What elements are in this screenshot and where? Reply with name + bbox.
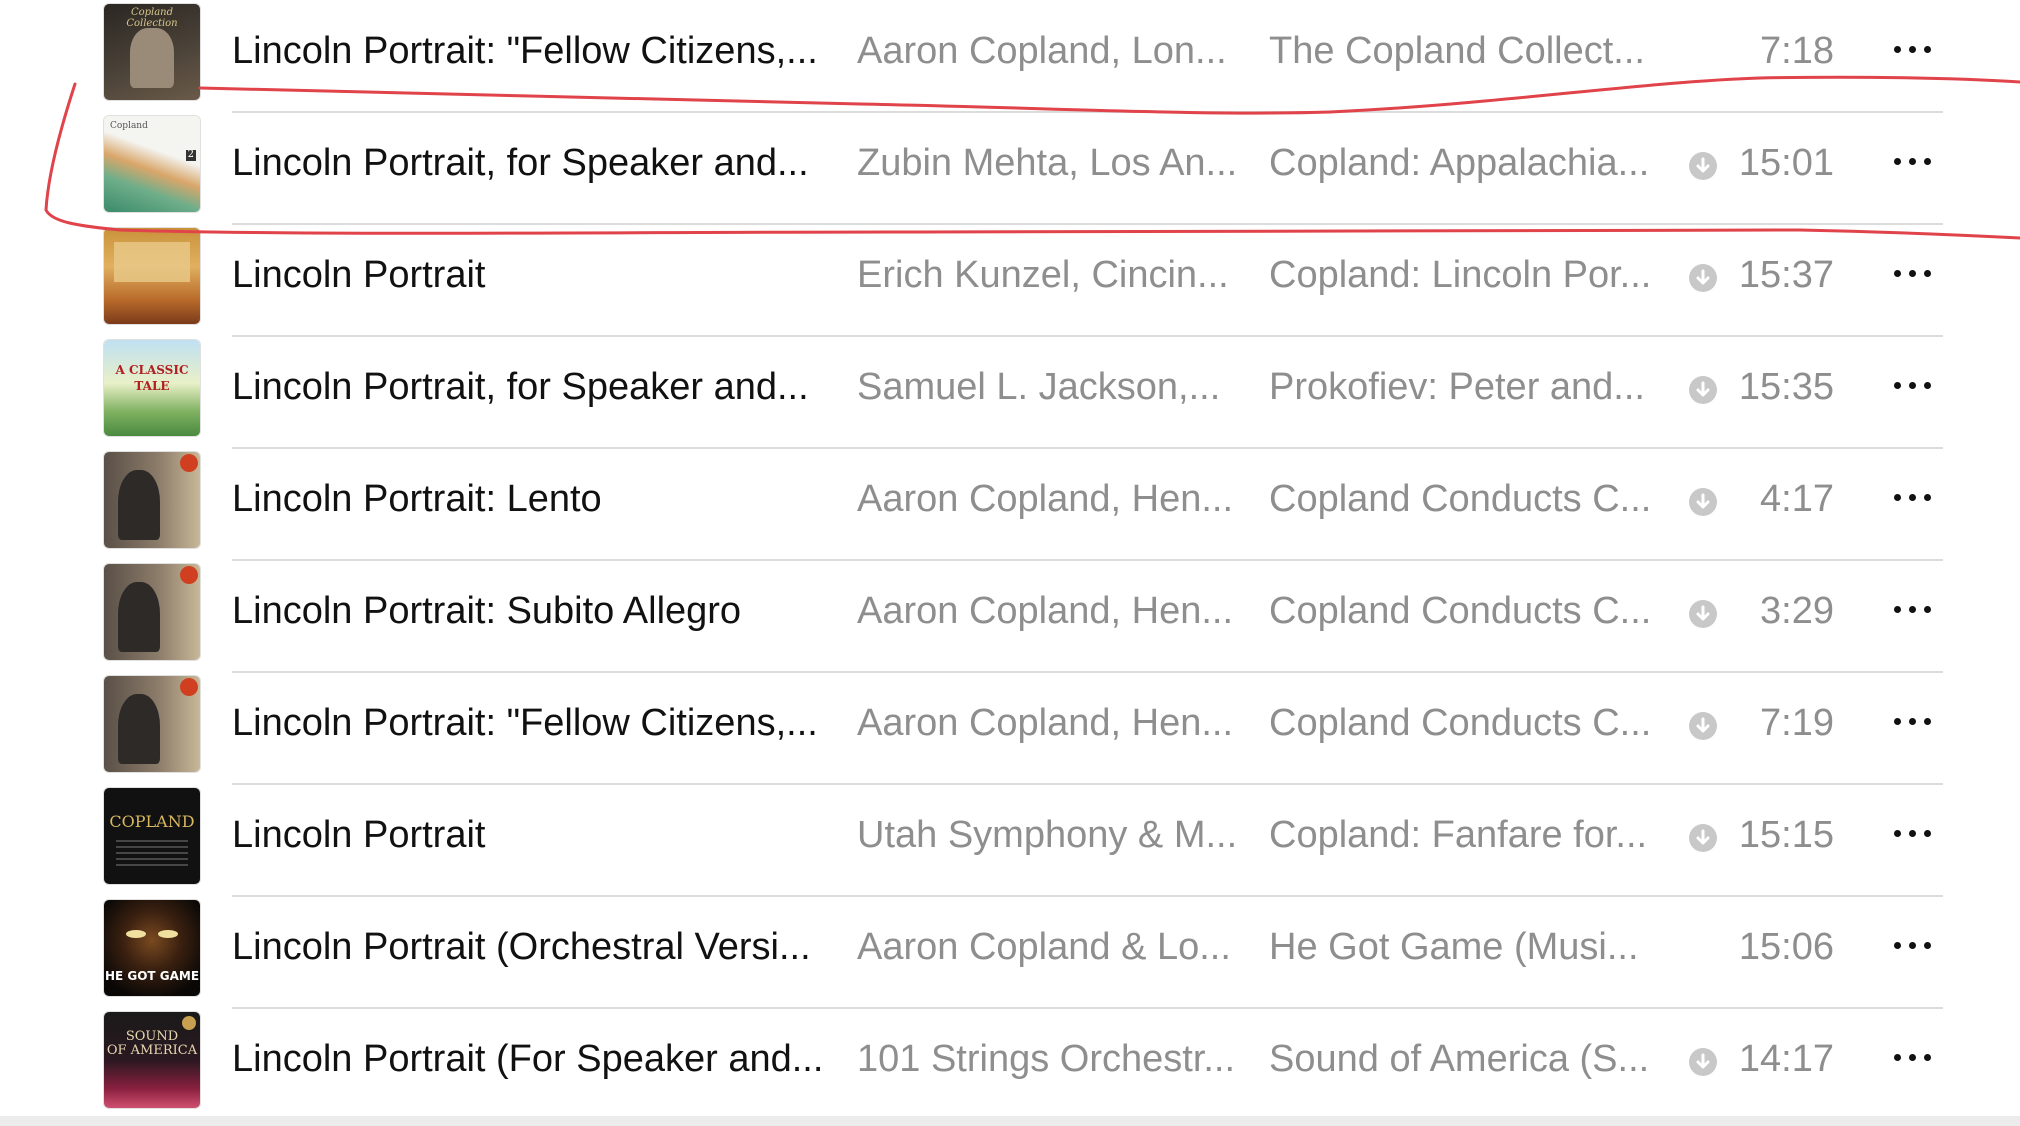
portrait-figure [118,470,160,540]
track-artist[interactable]: Aaron Copland, Hen... [857,478,1237,521]
more-options-icon[interactable] [1888,478,1938,514]
more-options-icon[interactable] [1888,366,1938,402]
label-logo [182,1016,196,1030]
album-art-text: Copland Collection [126,7,178,29]
track-album[interactable]: Copland: Appalachia... [1269,142,1669,185]
album-art: SOUND OF AMERICA [104,1012,200,1108]
album-art [104,228,200,324]
track-row[interactable]: Lincoln Portrait: "Fellow Citizens,... A… [0,672,2020,785]
album-art-text: OF AMERICA [106,1043,198,1058]
track-album[interactable]: Copland: Lincoln Por... [1269,254,1669,297]
track-row[interactable]: COPLAND Lincoln Portrait Utah Symphony &… [0,784,2020,897]
album-art-text: HE GOT GAME [104,969,200,983]
track-row[interactable]: Lincoln Portrait Erich Kunzel, Cincin...… [0,224,2020,337]
track-row[interactable]: Copland 2 Lincoln Portrait, for Speaker … [0,112,2020,225]
portrait-figure [118,694,160,764]
album-art: Copland 2 [104,116,200,212]
album-art-text: SOUND [125,1029,179,1044]
track-title: Lincoln Portrait: Subito Allegro [232,590,742,632]
track-artist[interactable]: Erich Kunzel, Cincin... [857,254,1237,297]
more-options-icon[interactable] [1888,1038,1938,1074]
face-eye [158,930,178,938]
album-art-text: TALE [134,379,170,393]
track-list: Copland Collection Lincoln Portrait: "Fe… [0,0,2020,1126]
track-duration: 15:15 [1738,814,1834,856]
track-duration: 15:01 [1738,142,1834,184]
track-row[interactable]: HE GOT GAME Lincoln Portrait (Orchestral… [0,896,2020,1009]
more-options-icon[interactable] [1888,814,1938,850]
album-art [104,676,200,772]
track-duration: 3:29 [1760,590,1834,632]
track-album[interactable]: The Copland Collect... [1269,30,1669,73]
more-options-icon[interactable] [1888,702,1938,738]
track-title: Lincoln Portrait, for Speaker and... [232,366,809,408]
face-eye [126,930,146,938]
track-row[interactable]: A CLASSIC TALE Lincoln Portrait, for Spe… [0,336,2020,449]
track-duration: 4:17 [1760,478,1834,520]
track-duration: 15:35 [1738,366,1834,408]
track-artist[interactable]: Zubin Mehta, Los An... [857,142,1237,185]
track-row[interactable]: Copland Collection Lincoln Portrait: "Fe… [0,0,2020,113]
album-art: Copland Collection [104,4,200,100]
album-art: COPLAND [104,788,200,884]
track-album[interactable]: Sound of America (S... [1269,1038,1669,1081]
track-album[interactable]: Prokofiev: Peter and... [1269,366,1669,409]
track-row[interactable]: Lincoln Portrait: Subito Allegro Aaron C… [0,560,2020,673]
album-art-text: COPLAND [109,812,195,831]
track-album[interactable]: He Got Game (Musi... [1269,926,1669,969]
album-art: HE GOT GAME [104,900,200,996]
track-duration: 15:37 [1738,254,1834,296]
track-album[interactable]: Copland Conducts C... [1269,702,1669,745]
disc-badge: 2 [185,149,196,161]
track-artist[interactable]: Aaron Copland, Hen... [857,590,1237,633]
label-logo [180,454,198,472]
album-art-text: A CLASSIC [115,363,189,377]
track-album[interactable]: Copland Conducts C... [1269,478,1669,521]
album-art: A CLASSIC TALE [104,340,200,436]
list-bottom-edge [0,1116,2020,1126]
more-options-icon[interactable] [1888,30,1938,66]
track-album[interactable]: Copland Conducts C... [1269,590,1669,633]
album-art-text-block [114,242,190,282]
more-options-icon[interactable] [1888,926,1938,962]
track-title: Lincoln Portrait [232,254,486,296]
track-artist[interactable]: Aaron Copland, Lon... [857,30,1237,73]
track-title: Lincoln Portrait [232,814,486,856]
portrait-figure [118,582,160,652]
track-row[interactable]: SOUND OF AMERICA Lincoln Portrait (For S… [0,1008,2020,1120]
track-artist[interactable]: Aaron Copland, Hen... [857,702,1237,745]
portrait-figure [130,28,174,88]
track-title: Lincoln Portrait: "Fellow Citizens,... [232,702,818,744]
track-artist[interactable]: Utah Symphony & M... [857,814,1237,857]
album-art [104,564,200,660]
track-album[interactable]: Copland: Fanfare for... [1269,814,1669,857]
label-logo [180,566,198,584]
track-title: Lincoln Portrait: Lento [232,478,602,520]
more-options-icon[interactable] [1888,142,1938,178]
track-duration: 7:18 [1760,30,1834,72]
more-options-icon[interactable] [1888,590,1938,626]
track-artist[interactable]: 101 Strings Orchestr... [857,1038,1237,1081]
more-options-icon[interactable] [1888,254,1938,290]
track-row[interactable]: Lincoln Portrait: Lento Aaron Copland, H… [0,448,2020,561]
track-artist[interactable]: Aaron Copland & Lo... [857,926,1237,969]
album-art-text: Copland [110,121,148,131]
track-title: Lincoln Portrait: "Fellow Citizens,... [232,30,818,72]
album-art [104,452,200,548]
track-duration: 14:17 [1738,1038,1834,1080]
track-duration: 15:06 [1738,926,1834,968]
track-title: Lincoln Portrait (Orchestral Versi... [232,926,811,968]
track-duration: 7:19 [1760,702,1834,744]
album-art-fine-print [116,840,188,866]
label-logo [180,678,198,696]
track-artist[interactable]: Samuel L. Jackson,... [857,366,1237,409]
track-title: Lincoln Portrait (For Speaker and... [232,1038,824,1080]
track-title: Lincoln Portrait, for Speaker and... [232,142,809,184]
